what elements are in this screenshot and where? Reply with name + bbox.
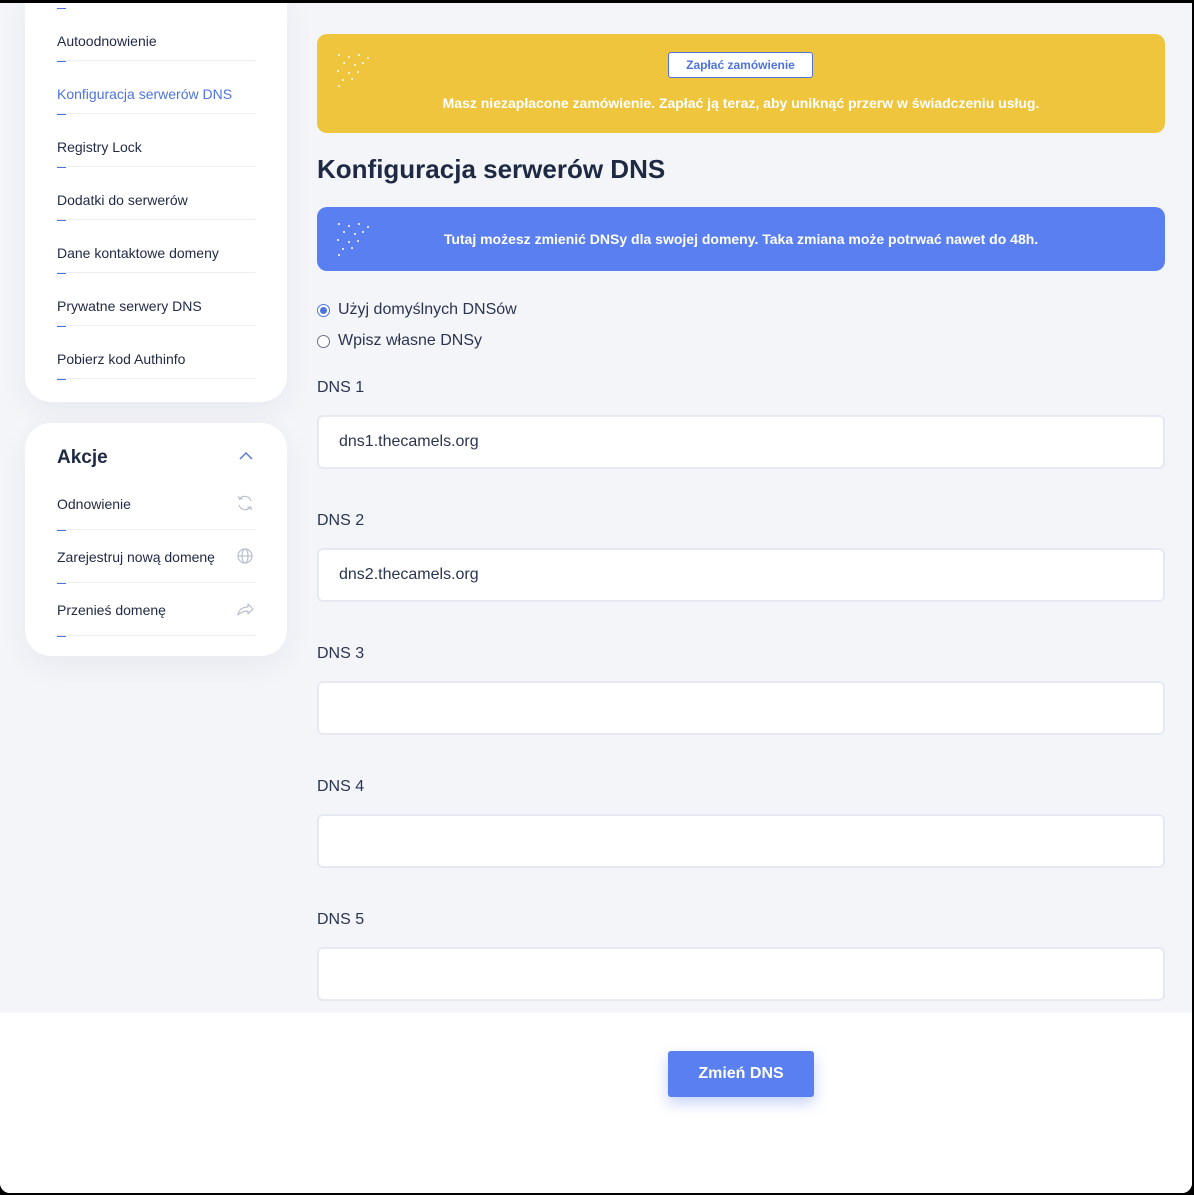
sidebar-item-server-addons[interactable]: Dodatki do serwerów — [57, 192, 255, 208]
action-dash — [57, 583, 66, 584]
action-register-domain[interactable]: Zarejestruj nową domenę — [57, 549, 215, 565]
dns2-input[interactable] — [317, 548, 1165, 602]
nav-divider — [57, 166, 255, 167]
app-window: Autoodnowienie Konfiguracja serwerów DNS… — [0, 3, 1192, 1193]
info-banner-message: Tutaj możesz zmienić DNSy dla swojej dom… — [443, 231, 1039, 247]
action-divider — [57, 635, 255, 636]
actions-title: Akcje — [57, 447, 108, 468]
nav-dash — [57, 114, 66, 115]
actions-panel: Akcje Odnowienie Zarejestruj nową domenę… — [25, 423, 287, 656]
nav-dash — [57, 273, 66, 274]
radio-default-dns-label: Użyj domyślnych DNSów — [338, 301, 517, 318]
unpaid-order-message: Masz niezapłacone zamówienie. Zapłać ją … — [442, 95, 1040, 111]
nav-dash — [57, 379, 66, 380]
nav-dash — [57, 167, 66, 168]
dns5-input[interactable] — [317, 947, 1165, 1001]
action-divider — [57, 529, 255, 530]
unpaid-order-banner: Zapłać zamówienie Masz niezapłacone zamó… — [317, 34, 1165, 133]
share-arrow-icon[interactable] — [235, 599, 255, 619]
radio-default-dns[interactable]: Użyj domyślnych DNSów — [317, 300, 517, 320]
sidebar-item-private-dns[interactable]: Prywatne serwery DNS — [57, 298, 255, 314]
radio-custom-dns-label: Wpisz własne DNSy — [338, 332, 483, 349]
dns5-label: DNS 5 — [317, 911, 365, 928]
dns3-input[interactable] — [317, 681, 1165, 735]
action-renew[interactable]: Odnowienie — [57, 496, 131, 512]
nav-divider — [57, 113, 255, 114]
dns4-label: DNS 4 — [317, 778, 365, 795]
dns4-input[interactable] — [317, 814, 1165, 868]
sidebar-item-autoodnowienie[interactable]: Autoodnowienie — [57, 33, 255, 49]
domain-settings-nav: Autoodnowienie Konfiguracja serwerów DNS… — [25, 3, 287, 402]
globe-icon[interactable] — [235, 546, 255, 566]
nav-divider — [57, 60, 255, 61]
sidebar-item-registry-lock[interactable]: Registry Lock — [57, 139, 255, 155]
dns3-label: DNS 3 — [317, 645, 365, 662]
footer-area — [0, 1013, 1192, 1193]
radio-custom-dns[interactable]: Wpisz własne DNSy — [317, 331, 482, 351]
nav-dash — [57, 326, 66, 327]
action-dash — [57, 530, 66, 531]
refresh-icon[interactable] — [235, 493, 255, 513]
dns2-label: DNS 2 — [317, 512, 365, 529]
nav-divider — [57, 219, 255, 220]
radio-button[interactable] — [317, 334, 330, 348]
nav-divider — [57, 378, 255, 379]
pay-order-button[interactable]: Zapłać zamówienie — [668, 52, 813, 78]
sidebar-item-dns-config[interactable]: Konfiguracja serwerów DNS — [57, 86, 255, 102]
nav-dash — [57, 61, 66, 62]
action-transfer-domain[interactable]: Przenieś domenę — [57, 602, 166, 618]
nav-divider — [57, 272, 255, 273]
dns1-input[interactable] — [317, 415, 1165, 469]
sidebar-item-contact-data[interactable]: Dane kontaktowe domeny — [57, 245, 255, 261]
info-banner: Tutaj możesz zmienić DNSy dla swojej dom… — [317, 207, 1165, 271]
sidebar-item-authinfo[interactable]: Pobierz kod Authinfo — [57, 351, 255, 367]
nav-dash — [57, 220, 66, 221]
nav-dash — [57, 8, 66, 9]
action-dash — [57, 636, 66, 637]
chevron-up-icon[interactable] — [237, 447, 255, 465]
page-title: Konfiguracja serwerów DNS — [317, 154, 666, 184]
change-dns-button[interactable]: Zmień DNS — [668, 1051, 814, 1097]
radio-button-checked[interactable] — [317, 303, 330, 317]
nav-divider — [57, 325, 255, 326]
action-divider — [57, 582, 255, 583]
sparkle-dots-icon — [337, 54, 369, 87]
dns1-label: DNS 1 — [317, 379, 365, 396]
